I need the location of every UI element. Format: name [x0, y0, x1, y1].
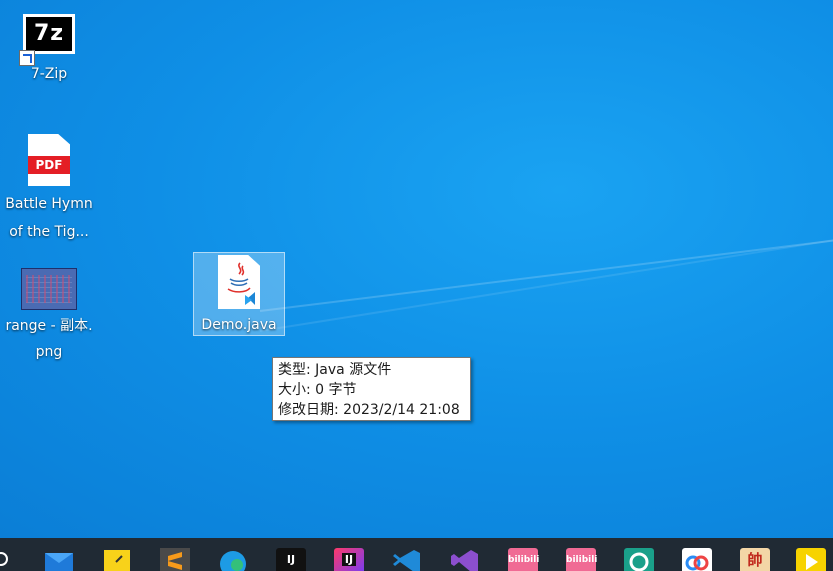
- green-app-icon[interactable]: [624, 548, 654, 571]
- 7zip-icon: 7z: [3, 14, 95, 66]
- tooltip-type: 类型: Java 源文件: [278, 362, 392, 378]
- visual-studio-icon[interactable]: [450, 548, 480, 571]
- bilibili-icon-text: bilibili: [508, 555, 540, 565]
- chess-icon[interactable]: 帥: [740, 548, 770, 571]
- sublime-text-icon[interactable]: [160, 548, 190, 571]
- edge-icon[interactable]: [218, 548, 248, 571]
- desktop-icon-label: of the Tig...: [9, 224, 89, 240]
- pdf-file-icon: PDF: [28, 134, 70, 186]
- desktop-icon-label: range - 副本.: [5, 318, 93, 334]
- chess-icon-text: 帥: [747, 551, 763, 569]
- pdf-badge: PDF: [28, 156, 70, 174]
- vscode-icon[interactable]: [392, 548, 422, 571]
- player-icon[interactable]: [796, 548, 826, 571]
- sticky-notes-icon[interactable]: [102, 548, 132, 571]
- desktop-icon-label: 7-Zip: [30, 66, 68, 82]
- desktop-icon-battle-hymn-pdf[interactable]: PDF Battle Hymn of the Tig...: [3, 134, 95, 242]
- 7zip-logo-text: 7z: [33, 21, 65, 46]
- baidu-netdisk-icon[interactable]: [682, 548, 712, 571]
- desktop[interactable]: 7z 7-Zip PDF Battle Hymn of the Tig... r…: [0, 0, 833, 538]
- intellij-idea-icon[interactable]: IJ: [276, 548, 306, 571]
- bilibili-icon[interactable]: bilibili: [508, 548, 540, 571]
- mail-icon[interactable]: [44, 548, 74, 571]
- desktop-icon-label: png: [35, 344, 63, 360]
- file-info-tooltip: 类型: Java 源文件 大小: 0 字节 修改日期: 2023/2/14 21…: [272, 357, 471, 421]
- bilibili-icon-2[interactable]: bilibili: [566, 548, 598, 571]
- wallpaper-light-beam: [259, 224, 833, 312]
- taskbar: IJ IJ bilibili bilibili 帥: [0, 538, 833, 571]
- desktop-icon-label: Demo.java: [201, 317, 277, 333]
- search-icon[interactable]: [0, 552, 8, 566]
- bilibili-icon-2-text: bilibili: [566, 555, 598, 565]
- desktop-icon-7zip[interactable]: 7z 7-Zip: [3, 14, 95, 84]
- desktop-icon-range-png[interactable]: range - 副本. png: [3, 268, 95, 362]
- image-thumbnail-icon: [21, 268, 77, 310]
- intellij-idea-icon-text: IJ: [286, 553, 296, 566]
- shortcut-arrow-icon: [19, 50, 35, 66]
- desktop-icon-demo-java[interactable]: Demo.java: [193, 252, 285, 336]
- tooltip-size: 大小: 0 字节: [278, 382, 357, 398]
- intellij-idea-icon-2[interactable]: IJ: [334, 548, 364, 571]
- intellij-idea-icon-2-text: IJ: [341, 553, 357, 566]
- java-file-icon: [218, 255, 260, 309]
- desktop-icon-label: Battle Hymn: [5, 196, 93, 212]
- tooltip-modified-date: 修改日期: 2023/2/14 21:08: [278, 402, 460, 418]
